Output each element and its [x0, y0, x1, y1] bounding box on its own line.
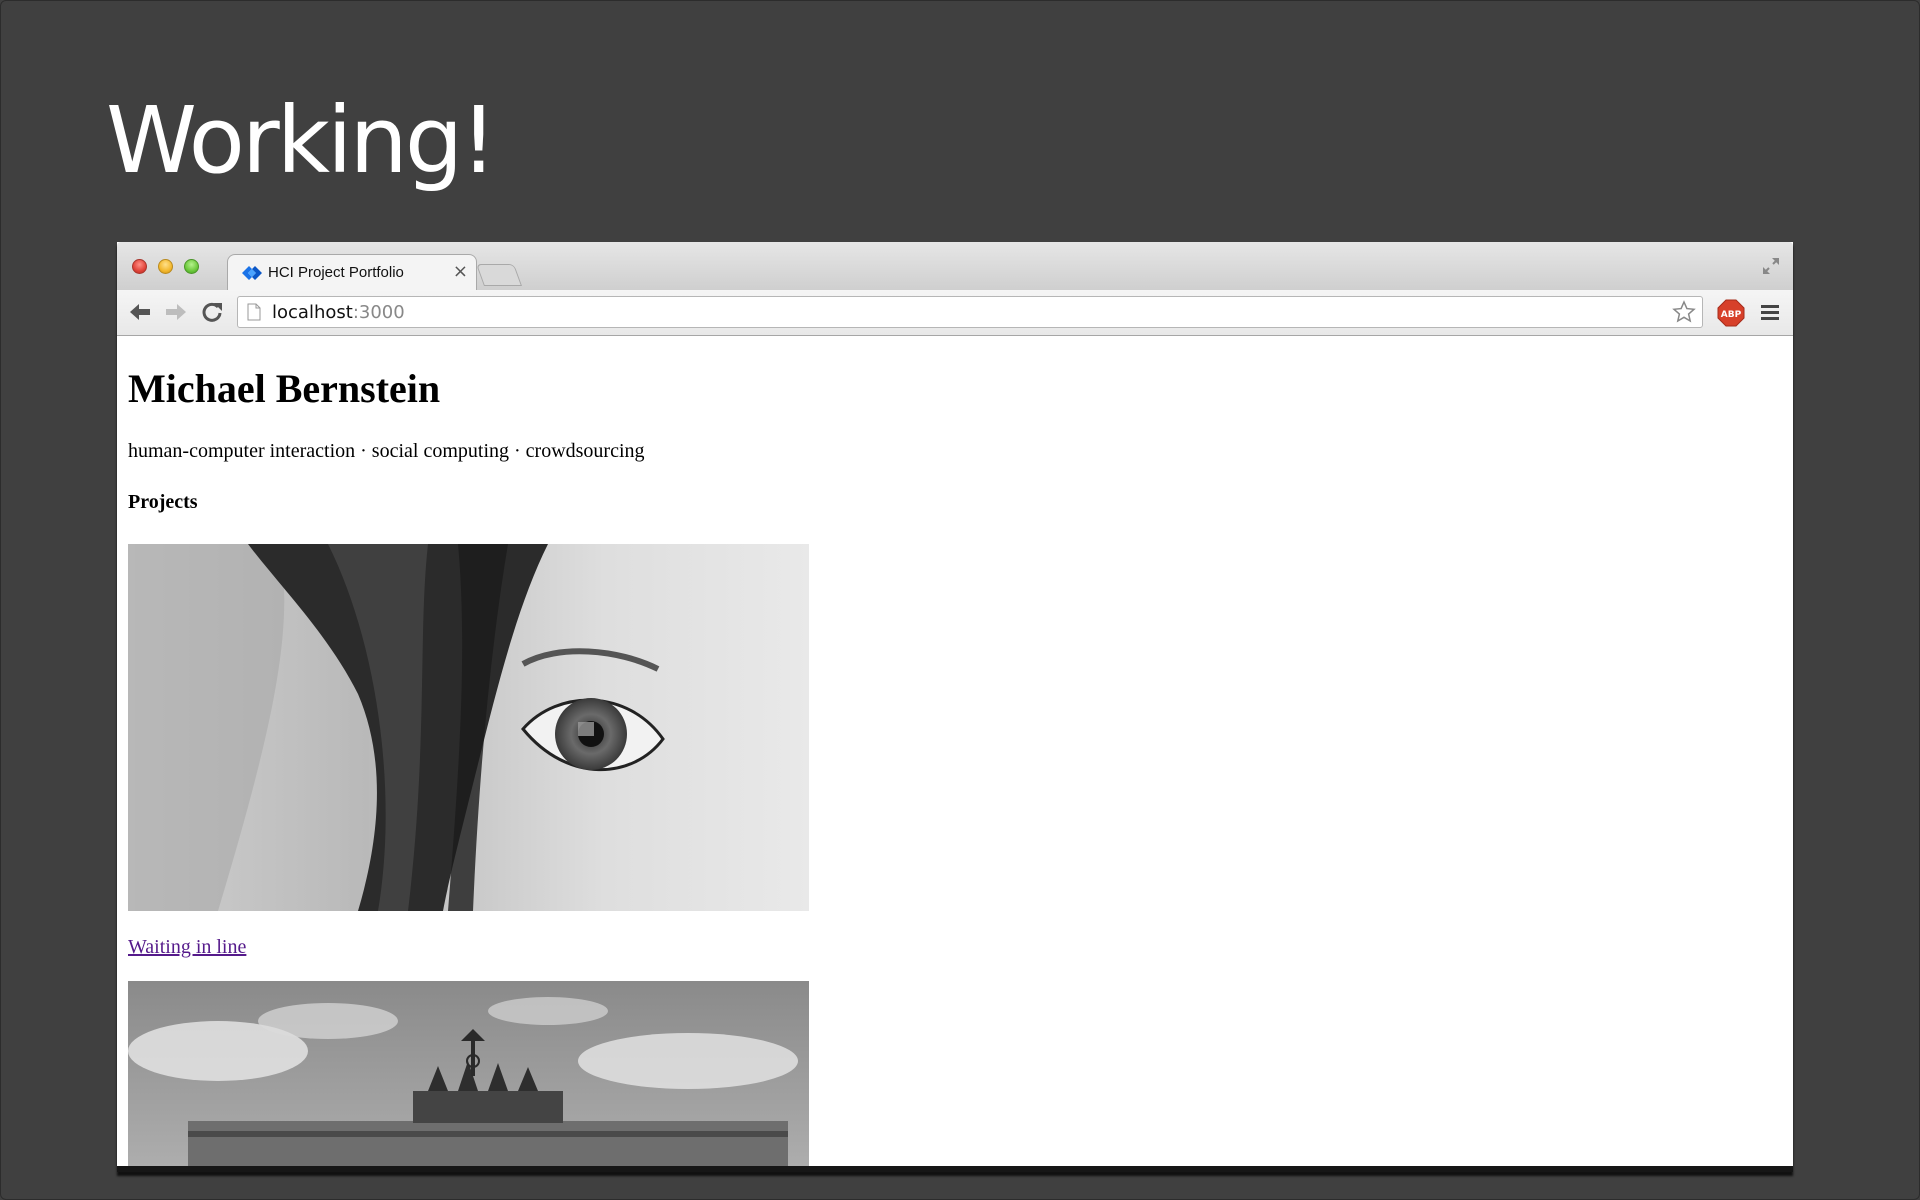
tab-strip: HCI Project Portfolio ×: [117, 242, 1793, 291]
url-port: :3000: [352, 302, 405, 323]
star-icon[interactable]: [1672, 300, 1696, 324]
projects-heading: Projects: [128, 491, 198, 513]
svg-text:ABP: ABP: [1721, 310, 1742, 320]
new-tab-button[interactable]: [475, 264, 523, 286]
slide-title: Working!: [106, 87, 497, 194]
hamburger-menu-icon[interactable]: [1759, 301, 1781, 323]
browser-toolbar: localhost:3000 ABP: [117, 290, 1793, 336]
project-image-eye: [128, 544, 809, 911]
back-arrow-icon[interactable]: [127, 299, 153, 325]
page-heading: Michael Bernstein: [128, 366, 441, 411]
tab-hci-project-portfolio[interactable]: HCI Project Portfolio ×: [227, 254, 477, 291]
page-content: Michael Bernstein human-computer interac…: [117, 336, 1793, 1166]
page-icon: [247, 303, 261, 321]
fullscreen-icon[interactable]: [1761, 256, 1781, 276]
url-host: localhost: [272, 302, 353, 323]
project-link-waiting-in-line[interactable]: Waiting in line: [128, 936, 246, 959]
tab-title: HCI Project Portfolio: [268, 264, 404, 281]
window-zoom-button[interactable]: [184, 259, 199, 274]
adblock-plus-icon[interactable]: ABP: [1717, 299, 1745, 327]
page-tagline: human-computer interaction · social comp…: [128, 440, 645, 462]
browser-window: HCI Project Portfolio × localhost:3000 A…: [117, 242, 1793, 1172]
window-minimize-button[interactable]: [158, 259, 173, 274]
window-close-button[interactable]: [132, 259, 147, 274]
tab-close-icon[interactable]: ×: [453, 261, 468, 282]
url-text[interactable]: localhost:3000: [272, 302, 405, 323]
reload-icon[interactable]: [199, 299, 225, 325]
chrome-tab-favicon: [242, 266, 262, 280]
address-bar[interactable]: localhost:3000: [237, 296, 1703, 328]
forward-arrow-icon[interactable]: [163, 299, 189, 325]
project-image-brandenburg-gate: [128, 981, 809, 1166]
